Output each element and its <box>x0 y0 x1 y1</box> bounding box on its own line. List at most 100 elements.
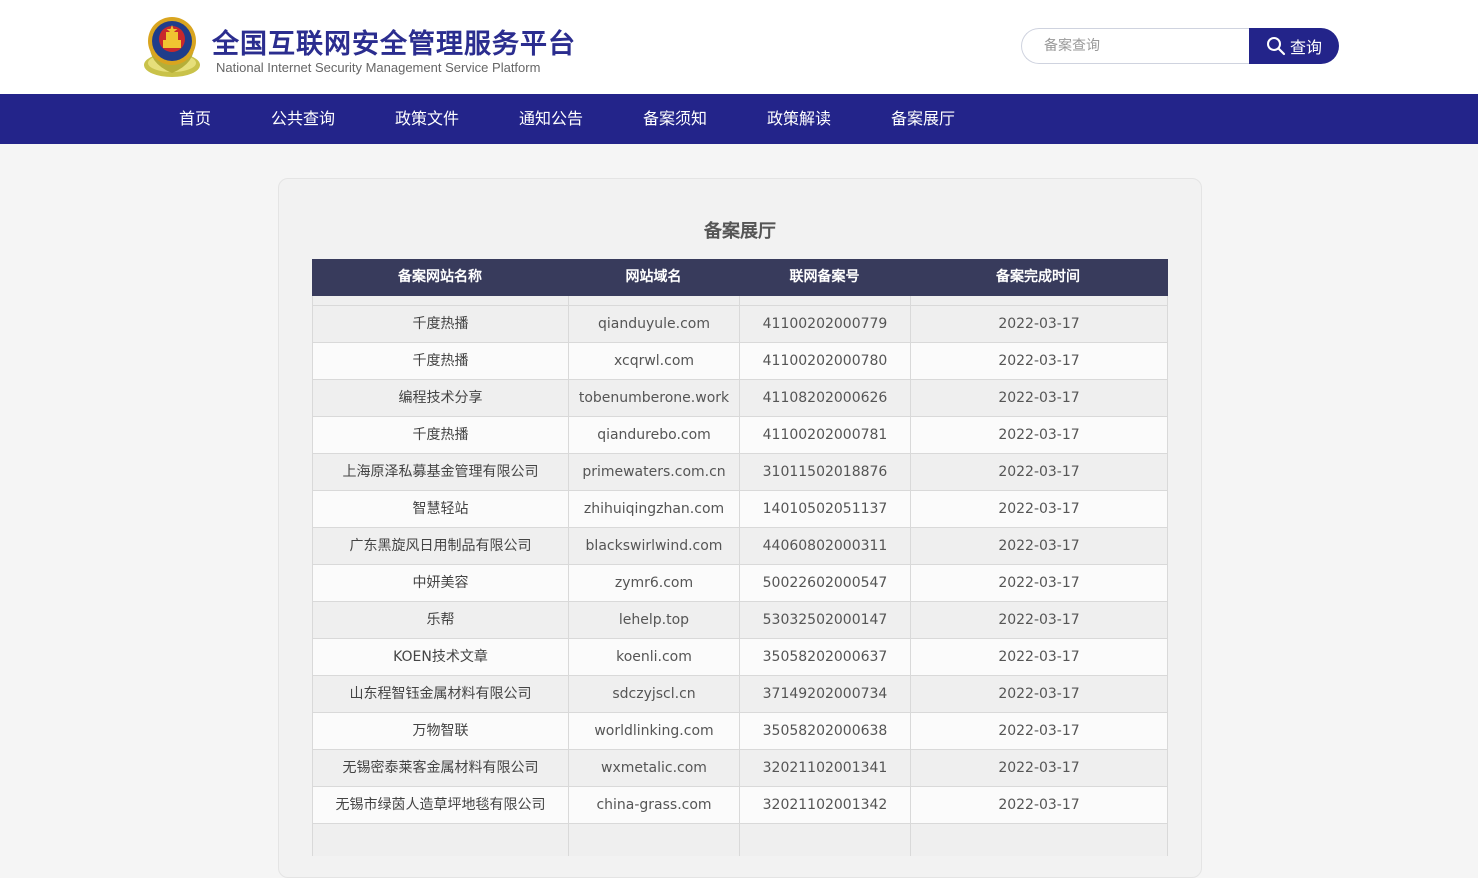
site-name-cell: 山东程智钰金属材料有限公司 <box>313 676 569 712</box>
filing-date-cell: 2022-03-17 <box>998 723 1080 739</box>
table-row: 山东程智钰金属材料有限公司 sdczyjscl.cn 37149202000734 2… <box>312 675 1168 712</box>
filing-number-cell: 53032502000147 <box>740 602 911 638</box>
table-body[interactable]: 千度热播 qianduyule.com 41100202000779 2022-03-… <box>312 296 1168 856</box>
filing-number-cell: 37149202000734 <box>740 676 911 712</box>
filing-date-cell: 2022-03-17 <box>998 390 1080 406</box>
domain-cell: zymr6.com <box>569 565 740 601</box>
filing-number-cell: 31011502018876 <box>740 454 911 490</box>
column-header-filing-number: 联网备案号 <box>789 269 860 285</box>
site-title: 全国互联网安全管理服务平台 <box>212 29 576 60</box>
nav-item-public-query[interactable]: 公共查询 <box>271 94 335 144</box>
domain-cell: qianduyule.com <box>569 306 740 342</box>
domain-cell: china-grass.com <box>569 787 740 823</box>
site-name-cell: 上海原泽私募基金管理有限公司 <box>313 454 569 490</box>
filing-date-cell: 2022-03-17 <box>998 686 1080 702</box>
filing-number-cell: 14010502051137 <box>740 491 911 527</box>
table-row <box>312 823 1168 856</box>
filing-date-cell: 2022-03-17 <box>998 760 1080 776</box>
column-header-site-name: 备案网站名称 <box>398 269 482 285</box>
domain-cell <box>569 824 740 856</box>
table-row: 无锡市绿茵人造草坪地毯有限公司 china-grass.com 3202110200… <box>312 786 1168 823</box>
domain-cell: qiandurebo.com <box>569 417 740 453</box>
police-emblem-icon <box>142 13 202 79</box>
filing-number-cell: 44060802000311 <box>740 528 911 564</box>
site-subtitle: National Internet Security Management Se… <box>216 60 541 75</box>
search-bar: 查询 <box>1021 28 1339 64</box>
table-row: 千度热播 qiandurebo.com 41100202000781 2022-03-… <box>312 416 1168 453</box>
table-row: 中妍美容 zymr6.com 50022602000547 2022-03-17 <box>312 564 1168 601</box>
filing-date-cell: 2022-03-17 <box>998 575 1080 591</box>
site-name-cell: KOEN技术文章 <box>313 639 569 675</box>
filing-date-cell <box>911 296 1167 305</box>
domain-cell: worldlinking.com <box>569 713 740 749</box>
domain-cell: blackswirlwind.com <box>569 528 740 564</box>
table-row: 千度热播 xcqrwl.com 41100202000780 2022-03-17 <box>312 342 1168 379</box>
site-name-cell: 无锡市绿茵人造草坪地毯有限公司 <box>313 787 569 823</box>
filing-number-cell: 50022602000547 <box>740 565 911 601</box>
domain-cell: koenli.com <box>569 639 740 675</box>
column-header-filing-date: 备案完成时间 <box>996 269 1080 285</box>
filing-date-cell: 2022-03-17 <box>998 797 1080 813</box>
site-name-cell: 智慧轻站 <box>313 491 569 527</box>
table-row: 广东黑旋风日用制品有限公司 blackswirlwind.com 440608020… <box>312 527 1168 564</box>
filing-date-cell <box>911 824 1167 856</box>
search-input[interactable] <box>1021 28 1261 64</box>
domain-cell: tobenumberone.work <box>569 380 740 416</box>
search-button-label: 查询 <box>1289 38 1322 57</box>
filing-number-cell: 32021102001341 <box>740 750 911 786</box>
domain-cell: wxmetalic.com <box>569 750 740 786</box>
site-name-cell: 万物智联 <box>313 713 569 749</box>
table-row: 上海原泽私募基金管理有限公司 primewaters.com.cn 31011502… <box>312 453 1168 490</box>
nav-item-filing-hall[interactable]: 备案展厅 <box>891 94 955 144</box>
table-row: 乐帮 lehelp.top 53032502000147 2022-03-17 <box>312 601 1168 638</box>
main-nav: 首页 公共查询 政策文件 通知公告 备案须知 政策解读 备案展厅 <box>0 94 1478 144</box>
filing-date-cell: 2022-03-17 <box>998 464 1080 480</box>
site-name-cell: 千度热播 <box>313 306 569 342</box>
table-row: 千度热播 qianduyule.com 41100202000779 2022-03-… <box>312 305 1168 342</box>
filing-number-cell: 41100202000780 <box>740 343 911 379</box>
table-row: KOEN技术文章 koenli.com 35058202000637 2022-03-… <box>312 638 1168 675</box>
site-name-cell: 编程技术分享 <box>313 380 569 416</box>
filing-number-cell: 35058202000638 <box>740 713 911 749</box>
site-name-cell <box>313 824 569 856</box>
filing-number-cell: 41100202000781 <box>740 417 911 453</box>
site-name-cell: 乐帮 <box>313 602 569 638</box>
filing-date-cell: 2022-03-17 <box>998 316 1080 332</box>
domain-cell: xcqrwl.com <box>569 343 740 379</box>
filing-date-cell: 2022-03-17 <box>998 353 1080 369</box>
filing-date-cell: 2022-03-17 <box>998 501 1080 517</box>
filing-date-cell: 2022-03-17 <box>998 538 1080 554</box>
table-row: 智慧轻站 zhihuiqingzhan.com 14010502051137 2022… <box>312 490 1168 527</box>
domain-cell: sdczyjscl.cn <box>569 676 740 712</box>
table-row: 编程技术分享 tobenumberone.work 41108202000626 20… <box>312 379 1168 416</box>
site-name-cell <box>313 296 569 305</box>
table-row: 无锡密泰莱客金属材料有限公司 wxmetalic.com 3202110200134… <box>312 749 1168 786</box>
domain-cell: primewaters.com.cn <box>569 454 740 490</box>
filing-date-cell: 2022-03-17 <box>998 612 1080 628</box>
panel-title: 备案展厅 <box>704 221 776 242</box>
site-header: 全国互联网安全管理服务平台 National Internet Security… <box>0 0 1478 94</box>
filing-hall-panel: 备案展厅 备案网站名称 网站域名 联网备案号 备案完成时间 千度热播 qiandu… <box>278 178 1202 878</box>
filing-date-cell: 2022-03-17 <box>998 427 1080 443</box>
table-row <box>312 296 1168 305</box>
nav-item-filing-guide[interactable]: 备案须知 <box>643 94 707 144</box>
filing-number-cell: 41108202000626 <box>740 380 911 416</box>
domain-cell <box>569 296 740 305</box>
site-name-cell: 中妍美容 <box>313 565 569 601</box>
filing-number-cell <box>740 824 911 856</box>
nav-item-notices[interactable]: 通知公告 <box>519 94 583 144</box>
filing-date-cell: 2022-03-17 <box>998 649 1080 665</box>
domain-cell: lehelp.top <box>569 602 740 638</box>
search-icon <box>1266 37 1286 56</box>
nav-item-policy-interpretation[interactable]: 政策解读 <box>767 94 831 144</box>
nav-item-policy-files[interactable]: 政策文件 <box>395 94 459 144</box>
site-name-cell: 千度热播 <box>313 417 569 453</box>
nav-item-home[interactable]: 首页 <box>179 94 211 144</box>
search-button[interactable]: 查询 <box>1249 28 1339 64</box>
domain-cell: zhihuiqingzhan.com <box>569 491 740 527</box>
table-row: 万物智联 worldlinking.com 35058202000638 2022-0… <box>312 712 1168 749</box>
site-name-cell: 无锡密泰莱客金属材料有限公司 <box>313 750 569 786</box>
site-name-cell: 千度热播 <box>313 343 569 379</box>
table-header: 备案网站名称 网站域名 联网备案号 备案完成时间 <box>312 259 1168 296</box>
column-header-domain: 网站域名 <box>625 269 682 285</box>
